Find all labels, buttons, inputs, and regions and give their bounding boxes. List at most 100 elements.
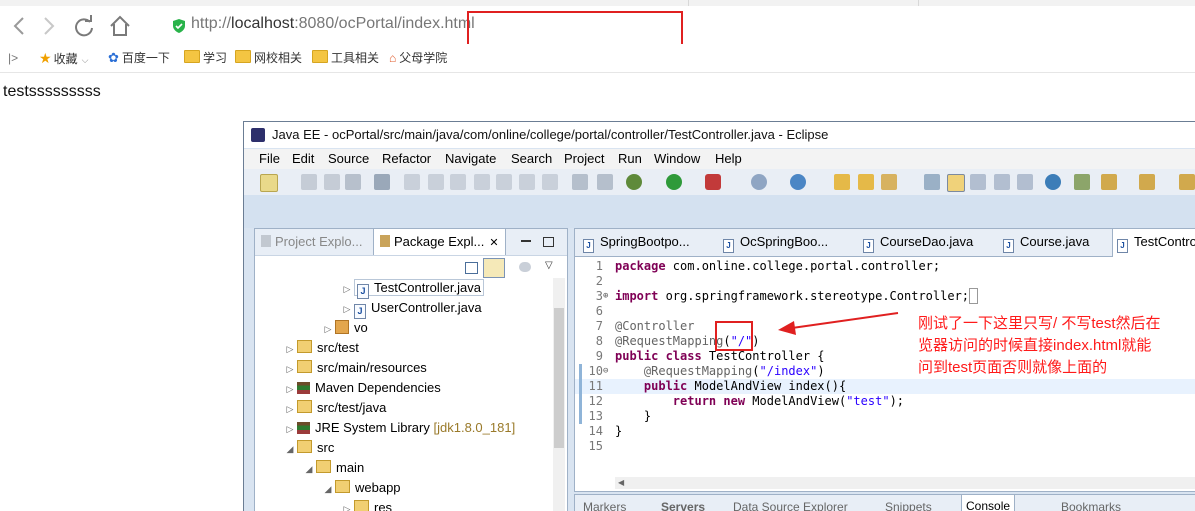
tab-markers[interactable]: Markers xyxy=(583,500,626,511)
tree-item[interactable]: ◢ src xyxy=(283,438,334,458)
step-over-icon[interactable] xyxy=(519,174,535,190)
resume-icon[interactable] xyxy=(404,174,420,190)
drop-to-frame-icon[interactable] xyxy=(597,174,613,190)
code-text: return new ModelAndView("test"); xyxy=(672,394,905,408)
tree-item[interactable]: ▷ src/test/java xyxy=(283,398,386,418)
tab-bookmarks[interactable]: Bookmarks xyxy=(1061,500,1121,511)
terminate-icon[interactable] xyxy=(450,174,466,190)
tab-project-explorer[interactable]: Project Explo... xyxy=(261,234,362,249)
paragraph-icon[interactable] xyxy=(1017,174,1033,190)
bookmark-label: 收藏 xyxy=(53,52,78,66)
bookmark-tools[interactable]: 工具相关 xyxy=(312,50,379,66)
tree-item[interactable]: ▷ src/main/resources xyxy=(283,358,427,378)
open-resource-icon[interactable] xyxy=(858,174,874,190)
close-icon[interactable]: ✕ xyxy=(489,237,498,249)
open-type-icon[interactable] xyxy=(834,174,850,190)
fold-icon[interactable]: ⊕ xyxy=(603,289,608,304)
url-text[interactable]: http://localhost:8080/ocPortal/index.htm… xyxy=(191,15,475,33)
bookmark-school[interactable]: 网校相关 xyxy=(235,50,302,66)
bookmark-favorites[interactable]: ★ 收藏 ⌵ xyxy=(39,50,88,66)
search-wand-icon[interactable] xyxy=(881,174,897,190)
menu-edit[interactable]: Edit xyxy=(292,151,314,166)
tree-item[interactable]: ▷ J TestController.java xyxy=(340,278,484,299)
new-icon[interactable] xyxy=(260,174,278,192)
bookmark-parents[interactable]: ⌂ 父母学院 xyxy=(389,50,447,66)
back-history-icon[interactable] xyxy=(1179,174,1195,190)
editor-horizontal-scrollbar[interactable]: ◀ xyxy=(615,477,1195,489)
tab-console[interactable]: Console xyxy=(961,495,1016,511)
tree-item[interactable]: ▷ Maven Dependencies xyxy=(283,378,441,398)
reload-button[interactable] xyxy=(70,12,98,40)
tree-item[interactable]: ◢ main xyxy=(302,458,364,478)
suspend-icon[interactable] xyxy=(428,174,444,190)
view-menu-icon[interactable]: ▽ xyxy=(545,260,553,271)
save-all-icon[interactable] xyxy=(324,174,340,190)
bookmark-baidu[interactable]: ✿ 百度一下 xyxy=(108,50,170,66)
next-annotation-icon[interactable] xyxy=(1101,174,1117,190)
browser-nav-bar: http://localhost:8080/ocPortal/index.htm… xyxy=(0,6,1195,53)
whitespace-icon[interactable] xyxy=(994,174,1010,190)
tab-label: Course.java xyxy=(1020,234,1090,249)
menu-project[interactable]: Project xyxy=(564,151,604,166)
minimize-icon[interactable] xyxy=(521,240,531,242)
tab-package-explorer[interactable]: Package Expl... ✕ xyxy=(373,229,506,255)
focus-active-icon[interactable] xyxy=(519,262,531,272)
use-step-filters-icon[interactable] xyxy=(572,174,588,190)
menu-window[interactable]: Window xyxy=(654,151,700,166)
address-bar[interactable]: http://localhost:8080/ocPortal/index.htm… xyxy=(166,11,1186,53)
home-button[interactable] xyxy=(106,12,134,40)
link-with-editor-icon[interactable] xyxy=(483,258,505,278)
fold-icon[interactable]: ⊖ xyxy=(603,364,608,379)
menu-file[interactable]: File xyxy=(259,151,280,166)
tree-item[interactable]: ▷ JRE System Library [jdk1.8.0_181] xyxy=(283,418,516,438)
tree-item[interactable]: ▷ J UserController.java xyxy=(340,298,482,319)
disconnect-icon[interactable] xyxy=(474,174,490,190)
globe-icon[interactable] xyxy=(1045,174,1061,190)
menu-help[interactable]: Help xyxy=(715,151,742,166)
step-return-icon[interactable] xyxy=(542,174,558,190)
tab-course[interactable]: J Course.java xyxy=(1003,234,1089,253)
forward-button[interactable] xyxy=(34,12,62,40)
maximize-icon[interactable] xyxy=(543,237,554,247)
menu-search[interactable]: Search xyxy=(511,151,552,166)
tree-item[interactable]: ▷ res xyxy=(340,498,392,511)
tab-snippets[interactable]: Snippets xyxy=(885,500,932,511)
collapse-all-icon[interactable] xyxy=(465,262,478,274)
scrollbar-thumb[interactable] xyxy=(554,308,564,448)
menu-run[interactable]: Run xyxy=(618,151,642,166)
tree-item[interactable]: ◢ webapp xyxy=(321,478,401,498)
tab-coursedao[interactable]: J CourseDao.java xyxy=(863,234,973,253)
highlight-pen-icon[interactable] xyxy=(947,174,965,192)
skip-breakpoints-icon[interactable] xyxy=(374,174,390,190)
tab-data-source-explorer[interactable]: Data Source Explorer xyxy=(733,500,848,511)
sidebar-toggle-icon[interactable]: |> xyxy=(8,50,18,66)
menu-source[interactable]: Source xyxy=(328,151,369,166)
tab-servers[interactable]: Servers xyxy=(661,500,705,511)
toggle-mark-icon[interactable] xyxy=(924,174,940,190)
menu-refactor[interactable]: Refactor xyxy=(382,151,431,166)
run-icon[interactable] xyxy=(666,174,682,190)
run-external-icon[interactable] xyxy=(705,174,721,190)
tree-item[interactable]: ▷ vo xyxy=(321,318,368,338)
tab-testcontroller[interactable]: J TestContro xyxy=(1112,229,1195,257)
library-icon xyxy=(297,382,310,394)
last-edit-icon[interactable] xyxy=(1074,174,1090,190)
scroll-left-icon[interactable]: ◀ xyxy=(618,478,624,487)
new-server-icon[interactable] xyxy=(751,174,767,190)
menu-navigate[interactable]: Navigate xyxy=(445,151,496,166)
previous-annotation-icon[interactable] xyxy=(1139,174,1155,190)
save-icon[interactable] xyxy=(301,174,317,190)
step-into-icon[interactable] xyxy=(496,174,512,190)
print-icon[interactable] xyxy=(345,174,361,190)
package-icon xyxy=(335,320,349,334)
tab-springbootpom[interactable]: J SpringBootpo... xyxy=(583,234,690,253)
new-java-class-icon[interactable] xyxy=(790,174,806,190)
tab-ocspringboot[interactable]: J OcSpringBoo... xyxy=(723,234,828,253)
bookmark-study[interactable]: 学习 xyxy=(184,50,227,66)
bookmark-label: 网校相关 xyxy=(254,51,303,65)
tree-scrollbar[interactable] xyxy=(553,278,565,511)
back-button[interactable] xyxy=(6,12,34,40)
tree-item[interactable]: ▷ src/test xyxy=(283,338,359,358)
toggle-block-icon[interactable] xyxy=(970,174,986,190)
debug-icon[interactable] xyxy=(626,174,642,190)
